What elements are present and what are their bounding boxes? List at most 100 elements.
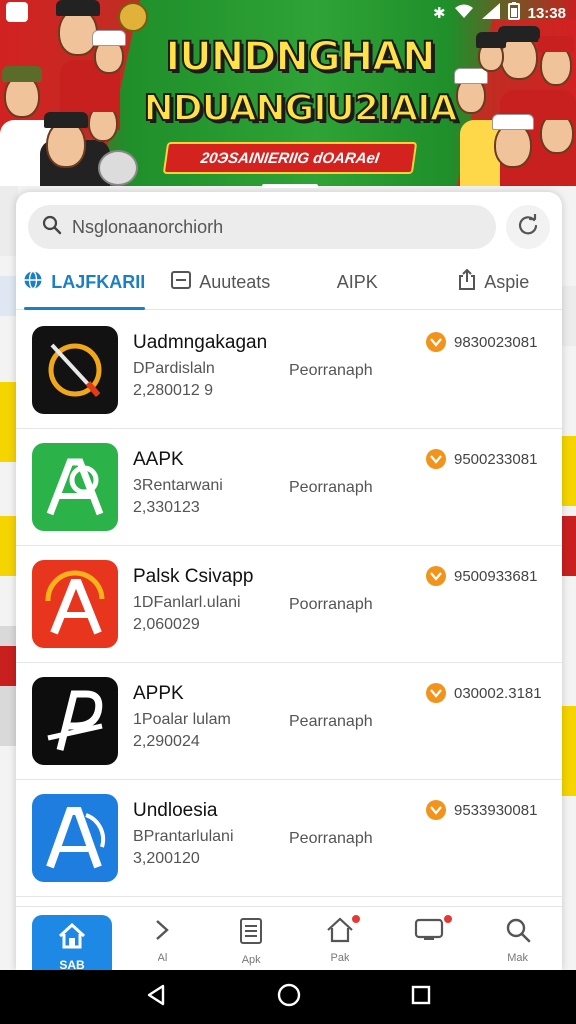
app-icon-a-logo	[32, 560, 118, 648]
signal-icon	[481, 3, 500, 23]
app-version: 2,290024	[133, 733, 200, 750]
tab-label: Auuteats	[199, 272, 271, 292]
refresh-button[interactable]	[506, 205, 550, 249]
app-size[interactable]: 030002.3181	[426, 683, 542, 703]
notification-icon	[6, 2, 28, 22]
banner-person	[2, 66, 42, 118]
search-input[interactable]	[72, 216, 432, 238]
nav-label: Pak	[330, 952, 350, 964]
system-navigation-bar	[0, 970, 576, 1024]
banner-clock	[98, 150, 138, 186]
notification-badge	[442, 913, 455, 925]
settings-gear-icon: ✱	[433, 5, 446, 22]
app-list: Uadmngakagan DPardislaln 2,280012 9 Peor…	[16, 312, 562, 897]
app-icon-sword	[32, 326, 118, 414]
nav-pak[interactable]: Pak	[296, 907, 385, 970]
banner-person	[538, 36, 574, 86]
battery-icon	[507, 2, 520, 24]
tab-label: AIPK	[336, 272, 378, 292]
app-list-item[interactable]: APPK 1Poalar lulam 2,290024 Pearranaph 0…	[16, 663, 562, 780]
app-category: 1DFanlarl.ulani	[133, 594, 241, 611]
status-time: 13:38	[527, 4, 566, 22]
status-bar: ✱ 13:38	[0, 0, 576, 26]
download-icon	[426, 800, 446, 820]
app-list-item[interactable]: AAPK 3Rentarwani 2,330123 Peorranaph 950…	[16, 429, 562, 546]
app-list-item[interactable]: Uadmngakagan DPardislaln 2,280012 9 Peor…	[16, 312, 562, 429]
sheet-drag-handle[interactable]	[262, 184, 318, 188]
app-category: DPardislaln	[133, 360, 215, 377]
globe-icon	[23, 270, 43, 295]
search-row	[28, 204, 550, 250]
share-icon	[458, 268, 476, 296]
app-developer: Peorranaph	[289, 479, 373, 496]
app-icon-a-blue	[32, 794, 118, 882]
app-size[interactable]: 9500233081	[426, 449, 537, 469]
nav-search[interactable]: Mak	[473, 907, 562, 970]
app-name: APPK	[133, 683, 184, 704]
app-icon-p-logo	[32, 677, 118, 765]
banner-ribbon: 20ЭSAINIERIIG dOARAeI	[162, 142, 418, 174]
app-developer: Pearranaph	[289, 713, 373, 730]
nav-next[interactable]: Al	[118, 907, 207, 970]
tab-label: LAJFKARII	[51, 272, 146, 292]
tab-lajfkarii[interactable]: LAJFKARII	[16, 256, 153, 310]
app-developer: Peorranaph	[289, 830, 373, 847]
bottom-navigation: SAB Al Apk Pak Mak	[16, 906, 562, 970]
app-size[interactable]: 9830023081	[426, 332, 537, 352]
banner-person	[476, 32, 506, 72]
nav-label: Mak	[507, 952, 528, 964]
nav-home[interactable]: SAB	[32, 915, 112, 970]
banner-person	[44, 112, 88, 168]
app-size[interactable]: 9533930081	[426, 800, 537, 820]
tab-aipk[interactable]: AIPK	[289, 256, 426, 309]
app-category: BPrantarlulani	[133, 828, 234, 845]
banner-person	[86, 96, 120, 142]
banner-title-line1: IUNDNGHAN	[164, 33, 436, 81]
app-sheet: LAJFKARII Auuteats AIPK Aspie Uadmngakag…	[16, 192, 562, 970]
chevron-right-icon	[152, 917, 172, 948]
wifi-icon	[454, 3, 474, 23]
app-size-value: 030002.3181	[454, 684, 542, 702]
tv-icon	[414, 917, 444, 946]
app-size-value: 9500933681	[454, 567, 538, 585]
app-size[interactable]: 9500933681	[426, 566, 537, 586]
recents-square-icon[interactable]	[411, 985, 431, 1010]
app-name: Palsk Csivapp	[133, 566, 254, 587]
app-version: 2,060029	[133, 616, 200, 633]
home-circle-icon[interactable]	[277, 983, 301, 1012]
app-size-value: 9500233081	[454, 450, 538, 468]
app-name: Undloesia	[133, 800, 218, 821]
download-icon	[426, 449, 446, 469]
tab-label: Aspie	[484, 272, 530, 292]
app-size-value: 9830023081	[454, 333, 538, 351]
promo-banner[interactable]: IUNDNGHAN NDUANGIU2IAIA 20ЭSAINIERIIG dO…	[0, 0, 576, 190]
app-list-item[interactable]: Palsk Csivapp 1DFanlarl.ulani 2,060029 P…	[16, 546, 562, 663]
category-tabs: LAJFKARII Auuteats AIPK Aspie	[16, 256, 562, 310]
nav-label: Al	[157, 952, 168, 964]
nav-label: Apk	[241, 954, 261, 966]
notification-badge	[349, 913, 362, 925]
tab-aspie[interactable]: Aspie	[426, 256, 563, 309]
app-category: 1Poalar lulam	[133, 711, 231, 728]
home-icon	[57, 922, 87, 954]
back-icon[interactable]	[145, 984, 167, 1011]
banner-person	[538, 104, 576, 154]
search-icon	[42, 215, 62, 240]
nav-apk[interactable]: Apk	[207, 907, 296, 970]
app-name: AAPK	[133, 449, 184, 470]
nav-label: SAB	[59, 958, 85, 970]
app-name: Uadmngakagan	[133, 332, 268, 353]
app-developer: Peorranaph	[289, 362, 373, 379]
app-version: 3,200120	[133, 850, 200, 867]
app-window-icon	[171, 271, 192, 294]
nav-tv[interactable]	[384, 907, 473, 970]
banner-person	[492, 114, 534, 168]
app-developer: Poorranaph	[289, 596, 373, 613]
app-size-value: 9533930081	[454, 801, 538, 819]
search-box[interactable]	[28, 205, 496, 249]
app-icon-android	[32, 443, 118, 531]
tab-auuteats[interactable]: Auuteats	[153, 256, 290, 309]
banner-person	[454, 68, 488, 114]
app-list-item[interactable]: Undloesia BPrantarlulani 3,200120 Peorra…	[16, 780, 562, 897]
list-document-icon	[239, 917, 263, 950]
